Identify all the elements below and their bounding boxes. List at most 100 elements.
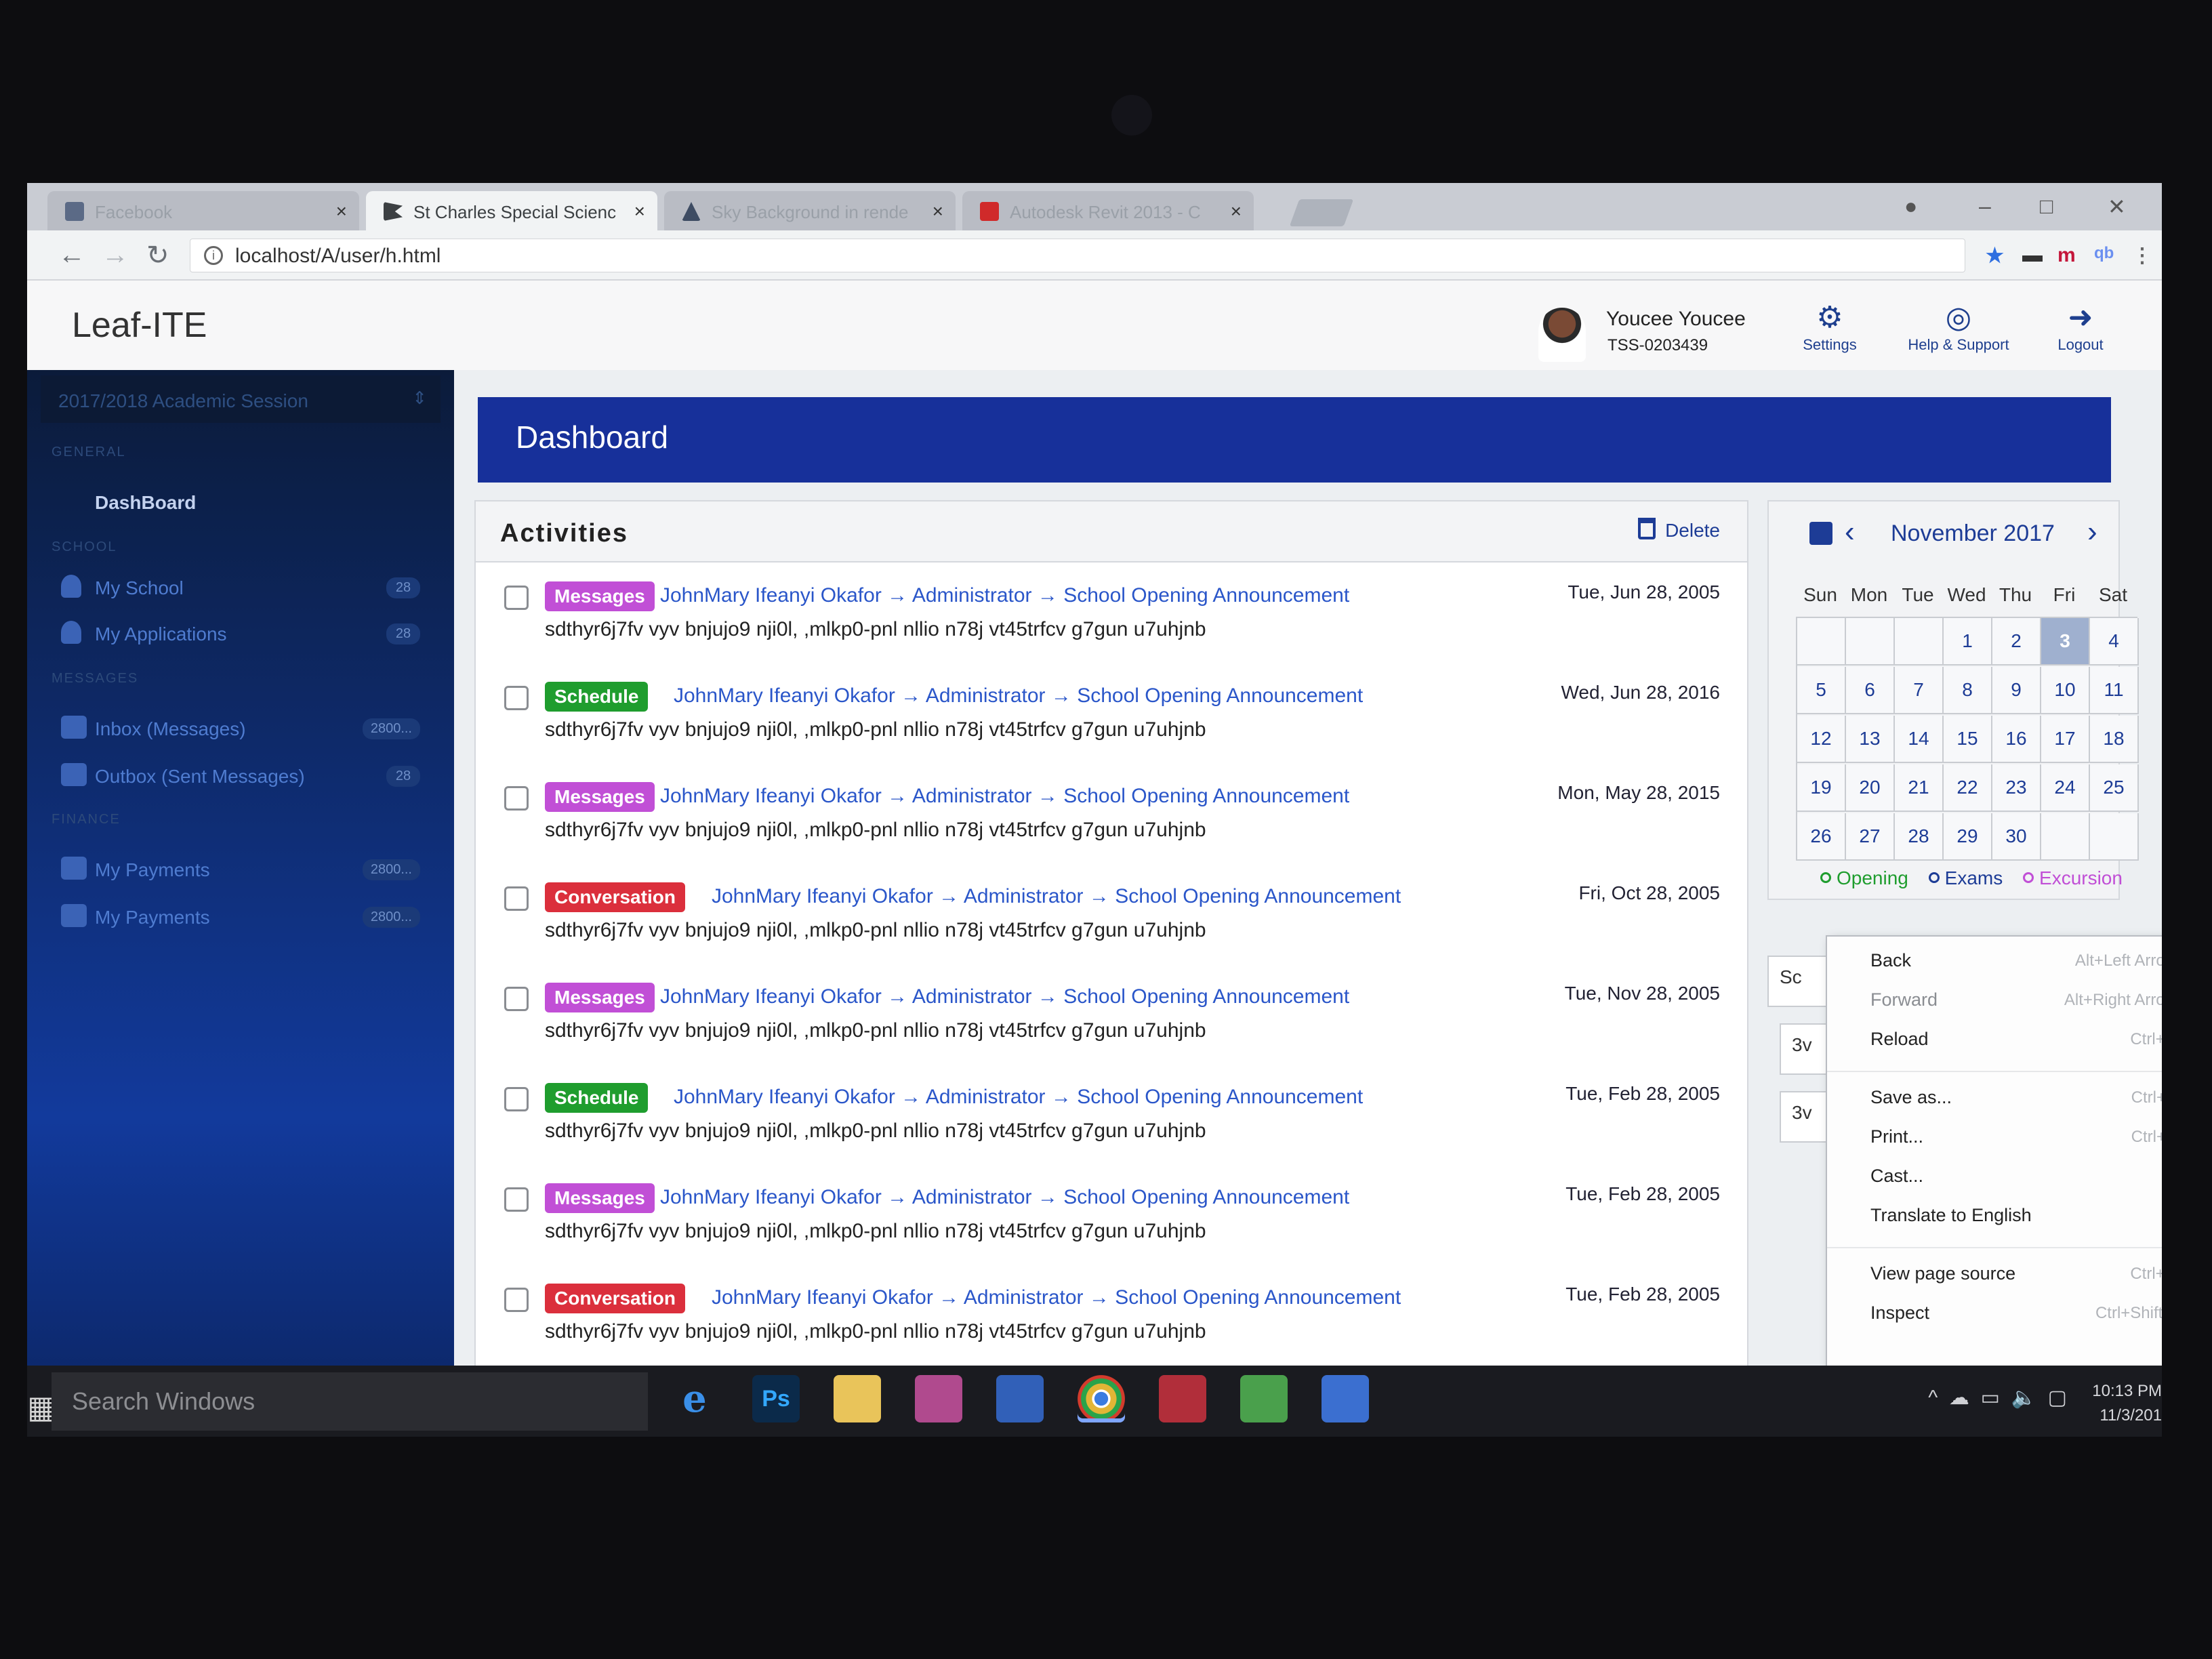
calendar-day[interactable]: 15 [1944, 716, 1992, 763]
calendar-day[interactable]: 21 [1895, 764, 1944, 812]
sidebar-item-dashboard[interactable]: DashBoard [95, 492, 196, 514]
menu-item-save-as[interactable]: Save as... Ctrl+S [1827, 1082, 2162, 1115]
tab-facebook[interactable]: Facebook × [47, 191, 359, 230]
calendar-day[interactable]: 28 [1895, 813, 1944, 861]
calendar-day[interactable]: 9 [1992, 667, 2041, 714]
calendar-day[interactable]: 6 [1846, 667, 1895, 714]
activity-checkbox[interactable] [504, 886, 529, 911]
menu-item-cast[interactable]: Cast... [1827, 1160, 2162, 1194]
winrar-icon[interactable] [1159, 1375, 1206, 1422]
notepad-icon[interactable] [1240, 1375, 1288, 1422]
calendar-day[interactable]: 16 [1992, 716, 2041, 763]
menu-item-reload[interactable]: Reload Ctrl+R [1827, 1023, 2162, 1057]
edge-icon[interactable]: e [671, 1375, 718, 1422]
close-icon[interactable]: × [634, 201, 645, 222]
extension-qb-icon[interactable]: qb [2094, 244, 2114, 263]
activity-title-link[interactable]: JohnMary Ifeanyi Okafor → Administrator … [712, 885, 1401, 908]
calendar-day[interactable]: 23 [1992, 764, 2041, 812]
cast-icon[interactable]: ▬ [2022, 244, 2043, 267]
chevron-left-icon[interactable]: ‹ [1845, 515, 1855, 549]
publisher-icon[interactable] [915, 1375, 962, 1422]
logout-button[interactable]: ➜ Logout [2020, 300, 2142, 354]
chrome-icon[interactable] [1078, 1375, 1125, 1422]
calendar-day[interactable]: 8 [1944, 667, 1992, 714]
calendar-day[interactable]: 29 [1944, 813, 1992, 861]
sidebar-item-my-school[interactable]: My School 28 [54, 568, 441, 606]
calendar-day[interactable]: 26 [1797, 813, 1846, 861]
calendar-day[interactable]: 27 [1846, 813, 1895, 861]
minimize-button[interactable]: – [1979, 194, 1991, 219]
tab-st-charles[interactable]: St Charles Special Scienc × [366, 191, 657, 230]
calendar-day[interactable]: 18 [2090, 716, 2139, 763]
tab-autodesk-revit[interactable]: Autodesk Revit 2013 - C × [962, 191, 1254, 230]
calendar-day[interactable]: 3 [2041, 618, 2090, 665]
back-arrow-icon[interactable]: ← [58, 240, 85, 270]
menu-item-print[interactable]: Print... Ctrl+P [1827, 1121, 2162, 1155]
calendar-day[interactable]: 4 [2090, 618, 2139, 665]
menu-item-view-page-source[interactable]: View page source Ctrl+U [1827, 1258, 2162, 1292]
calendar-day[interactable]: 22 [1944, 764, 1992, 812]
calendar-day[interactable]: 5 [1797, 667, 1846, 714]
chevron-right-icon[interactable]: › [2087, 515, 2097, 549]
sidebar-item-my-payments[interactable]: My Payments 2800... [54, 850, 441, 888]
calendar-day[interactable]: 24 [2041, 764, 2090, 812]
calendar-day[interactable]: 10 [2041, 667, 2090, 714]
reload-icon[interactable]: ↻ [146, 240, 169, 271]
calendar-day[interactable]: 11 [2090, 667, 2139, 714]
info-icon[interactable]: i [204, 246, 223, 265]
file-explorer-icon[interactable] [834, 1375, 881, 1422]
calendar-day[interactable]: 2 [1992, 618, 2041, 665]
activity-checkbox[interactable] [504, 586, 529, 610]
word-icon[interactable] [996, 1375, 1044, 1422]
revit-icon[interactable] [1322, 1375, 1369, 1422]
extension-m-icon[interactable]: m [2057, 244, 2076, 267]
maximize-button[interactable]: □ [2040, 194, 2053, 219]
sidebar-item-inbox[interactable]: Inbox (Messages) 2800... [54, 709, 441, 747]
sidebar-item-my-payments-2[interactable]: My Payments 2800... [54, 897, 441, 935]
activity-checkbox[interactable] [504, 1187, 529, 1212]
profile-icon[interactable]: ● [1904, 194, 1917, 219]
menu-item-inspect[interactable]: Inspect Ctrl+Shift+I [1827, 1297, 2162, 1331]
new-tab-button[interactable] [1289, 199, 1354, 226]
menu-item-translate-to-english[interactable]: Translate to English [1827, 1200, 2162, 1233]
clock[interactable]: 10:13 PM 11/3/201 [2092, 1379, 2162, 1428]
calendar-day[interactable]: 12 [1797, 716, 1846, 763]
sidebar-item-outbox[interactable]: Outbox (Sent Messages) 28 [54, 756, 441, 794]
activity-title-link[interactable]: JohnMary Ifeanyi Okafor → Administrator … [660, 785, 1349, 808]
tab-sky-background[interactable]: Sky Background in rende × [664, 191, 956, 230]
delete-button[interactable]: Delete [1638, 518, 1720, 541]
activity-checkbox[interactable] [504, 786, 529, 811]
calendar-day[interactable]: 19 [1797, 764, 1846, 812]
close-icon[interactable]: × [336, 201, 347, 222]
calendar-day[interactable]: 13 [1846, 716, 1895, 763]
menu-item-forward[interactable]: Forward Alt+Right Arrow [1827, 984, 2162, 1018]
activity-checkbox[interactable] [504, 1288, 529, 1312]
calendar-day[interactable]: 1 [1944, 618, 1992, 665]
bookmark-star-icon[interactable]: ★ [1986, 244, 2004, 268]
photoshop-icon[interactable]: Ps [752, 1375, 800, 1422]
activity-checkbox[interactable] [504, 987, 529, 1011]
activity-title-link[interactable]: JohnMary Ifeanyi Okafor → Administrator … [674, 684, 1363, 708]
avatar[interactable] [1538, 308, 1586, 362]
search-box[interactable]: Search Windows [52, 1372, 648, 1431]
kebab-menu-icon[interactable]: ⋮ [2132, 244, 2152, 268]
system-tray[interactable]: ^ ☁ ▭ 🔈 ▢ [1928, 1386, 2067, 1410]
settings-button[interactable]: ⚙ Settings [1769, 300, 1891, 354]
calendar-day[interactable]: 20 [1846, 764, 1895, 812]
close-icon[interactable]: × [933, 201, 943, 222]
sidebar-item-my-applications[interactable]: My Applications 28 [54, 614, 441, 652]
calendar-day[interactable]: 25 [2090, 764, 2139, 812]
activity-checkbox[interactable] [504, 1087, 529, 1111]
calendar-day[interactable]: 7 [1895, 667, 1944, 714]
session-select[interactable]: 2017/2018 Academic Session ⇕ [41, 375, 441, 423]
close-icon[interactable]: × [1231, 201, 1242, 222]
activity-checkbox[interactable] [504, 686, 529, 710]
calendar-day[interactable]: 14 [1895, 716, 1944, 763]
address-bar[interactable]: i localhost/A/user/h.html [190, 239, 1965, 272]
activity-title-link[interactable]: JohnMary Ifeanyi Okafor → Administrator … [712, 1286, 1401, 1309]
menu-item-back[interactable]: Back Alt+Left Arrow [1827, 945, 2162, 979]
activity-title-link[interactable]: JohnMary Ifeanyi Okafor → Administrator … [674, 1086, 1363, 1109]
help-support-button[interactable]: ◎ Help & Support [1898, 300, 2020, 354]
activity-title-link[interactable]: JohnMary Ifeanyi Okafor → Administrator … [660, 584, 1349, 607]
calendar-day[interactable]: 30 [1992, 813, 2041, 861]
